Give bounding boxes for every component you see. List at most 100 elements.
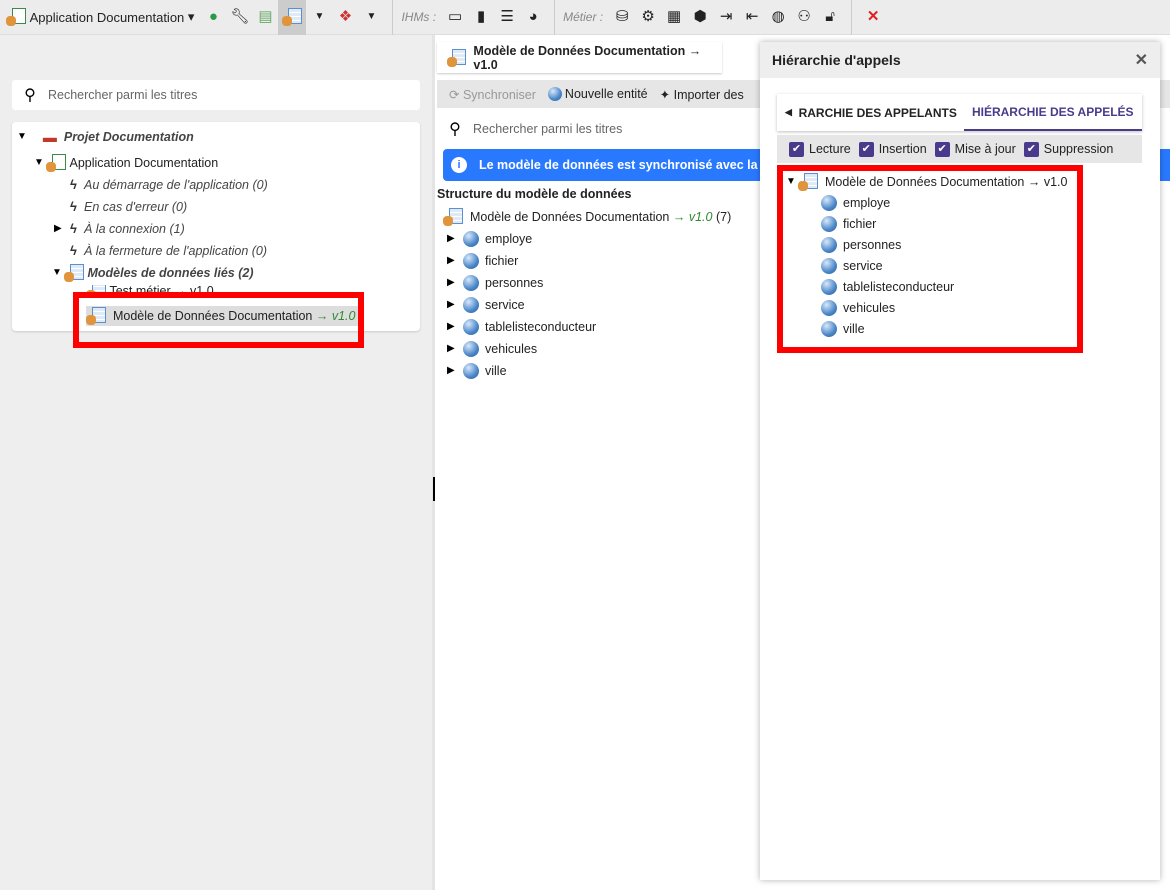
cube-icon[interactable]: ⬢: [691, 8, 709, 26]
tree-project[interactable]: ▼ ▬ Projet Documentation: [17, 127, 194, 147]
entity-row[interactable]: ▶ employe: [447, 229, 532, 249]
magic-wand-icon: ✦: [659, 87, 671, 102]
components-icon[interactable]: ❖: [336, 8, 354, 26]
structure-title: Structure du modèle de données: [437, 187, 632, 201]
entity-label: fichier: [485, 254, 519, 268]
tree-models-folder[interactable]: ▼ Modèles de données liés (2): [52, 263, 254, 283]
entity-label: ville: [485, 364, 507, 378]
sync-button[interactable]: ⟳ Synchroniser: [449, 87, 536, 102]
entity-label: service: [485, 298, 525, 312]
export-icon[interactable]: ⇥: [717, 8, 735, 26]
tree-event[interactable]: ϟ Au démarrage de l'application (0): [70, 175, 268, 195]
close-icon[interactable]: ✕: [1135, 50, 1148, 70]
expand-icon[interactable]: ▶: [447, 339, 463, 359]
expand-icon[interactable]: ▶: [447, 251, 463, 271]
count: (7): [715, 210, 732, 224]
info-icon: i: [451, 157, 467, 173]
entity-icon: [463, 319, 479, 335]
entity-icon: [463, 341, 479, 357]
search-input[interactable]: Rechercher parmi les titres: [48, 88, 197, 102]
menu-icon[interactable]: ☰: [498, 8, 516, 26]
bolt-icon: ϟ: [70, 243, 77, 258]
datamodel-icon: [443, 208, 463, 226]
label: En cas d'erreur (0): [84, 200, 188, 214]
structure-root[interactable]: Modèle de Données Documentation → v1.0 (…: [443, 207, 731, 227]
monitor-icon[interactable]: ▭: [446, 8, 464, 26]
datamodel-button[interactable]: [278, 0, 307, 35]
bolt-icon: ϟ: [70, 221, 77, 236]
table-icon[interactable]: ▦: [665, 8, 683, 26]
ihms-label: IHMs :: [401, 10, 437, 24]
filter-checkbox[interactable]: ✔ Suppression: [1023, 141, 1114, 157]
expand-icon[interactable]: ▶: [447, 361, 463, 381]
tab-callees[interactable]: HIÉRARCHIE DES APPELÉS: [963, 94, 1142, 131]
tree-event[interactable]: ϟ En cas d'erreur (0): [70, 197, 187, 217]
label: Modèle de Données Documentation: [469, 210, 670, 224]
entity-row[interactable]: ▶ personnes: [447, 273, 543, 293]
check-icon: ✔: [789, 141, 804, 157]
left-search[interactable]: ⚲ Rechercher parmi les titres: [12, 80, 420, 110]
expand-icon[interactable]: ▶: [447, 295, 463, 315]
new-entity-icon: [547, 87, 562, 102]
tree-event[interactable]: ϟ À la fermeture de l'application (0): [70, 241, 267, 261]
database-flow-icon[interactable]: ⛁: [613, 8, 631, 26]
entity-label: vehicules: [485, 342, 538, 356]
caret-down-icon[interactable]: ▼: [362, 8, 380, 26]
caret-down-icon[interactable]: ▼: [310, 8, 328, 26]
entity-icon: [463, 231, 479, 247]
import-button[interactable]: ✦ Importer des: [660, 87, 744, 102]
label: À la fermeture de l'application (0): [84, 244, 268, 258]
app-name: Application Documentation: [29, 9, 185, 25]
palette-icon[interactable]: ◕: [524, 8, 542, 26]
users-icon[interactable]: ⚇: [795, 8, 813, 26]
entity-row[interactable]: ▶ vehicules: [447, 339, 537, 359]
label: Suppression: [1043, 142, 1114, 156]
expand-icon[interactable]: ▶: [447, 317, 463, 337]
expand-icon[interactable]: ▶: [447, 273, 463, 293]
check-icon: ✔: [858, 141, 874, 157]
tab-title: Modèle de Données Documentation → v1.0: [473, 43, 702, 72]
entity-row[interactable]: ▶ fichier: [447, 251, 518, 271]
filter-checkbox[interactable]: ✔ Lecture: [789, 141, 851, 157]
label: À la connexion (1): [84, 222, 185, 236]
search-input[interactable]: Rechercher parmi les titres: [473, 122, 622, 136]
import-icon[interactable]: ⇤: [743, 8, 761, 26]
entity-label: employe: [485, 232, 533, 246]
scroll-left-icon[interactable]: ◀: [785, 107, 792, 118]
application-icon: [6, 8, 26, 26]
play-icon[interactable]: ●: [204, 8, 222, 26]
application-icon: [46, 154, 66, 172]
metier-label: Métier :: [563, 10, 604, 24]
gears-icon[interactable]: ⚙: [639, 8, 657, 26]
tree-event[interactable]: ▶ ϟ À la connexion (1): [54, 219, 185, 239]
new-entity-button[interactable]: Nouvelle entité: [547, 87, 648, 102]
tab-datamodel[interactable]: Modèle de Données Documentation → v1.0: [437, 42, 722, 73]
search-icon: ⚲: [24, 87, 36, 104]
info-text: Le modèle de données est synchronisé ave…: [479, 158, 790, 172]
datamodel-icon: [64, 264, 84, 282]
label: HIÉRARCHIE DES APPELÉS: [971, 104, 1134, 119]
expand-icon[interactable]: ▶: [447, 229, 463, 249]
list-icon[interactable]: ▤: [256, 8, 274, 26]
version: → v1.0: [672, 210, 713, 224]
entity-icon: [463, 253, 479, 269]
entity-row[interactable]: ▶ service: [447, 295, 525, 315]
tree-app[interactable]: ▼ Application Documentation: [34, 153, 218, 173]
toolbox-icon: ▬: [42, 129, 57, 145]
entity-row[interactable]: ▶ tablelisteconducteur: [447, 317, 596, 337]
filter-checkbox[interactable]: ✔ Mise à jour: [934, 141, 1016, 157]
panel-header: Hiérarchie d'appels ✕: [760, 42, 1160, 78]
globe-icon[interactable]: ◍: [769, 8, 787, 26]
app-selector[interactable]: Application Documentation ▾: [0, 0, 200, 35]
comment-icon[interactable]: ▮: [472, 8, 490, 26]
unlock-icon[interactable]: 🔓︎: [821, 8, 839, 26]
entity-icon: [463, 275, 479, 291]
tab-callers[interactable]: ◀ RARCHIE DES APPELANTS: [777, 94, 964, 131]
wrench-icon[interactable]: 🔧︎: [230, 8, 249, 26]
datamodel-icon: [282, 8, 303, 26]
filter-checkbox[interactable]: ✔ Insertion: [858, 141, 927, 157]
entity-icon: [463, 297, 479, 313]
close-icon[interactable]: ✕: [864, 8, 882, 26]
entity-row[interactable]: ▶ ville: [447, 361, 507, 381]
panel-tabs: ◀ RARCHIE DES APPELANTS HIÉRARCHIE DES A…: [777, 94, 1142, 131]
